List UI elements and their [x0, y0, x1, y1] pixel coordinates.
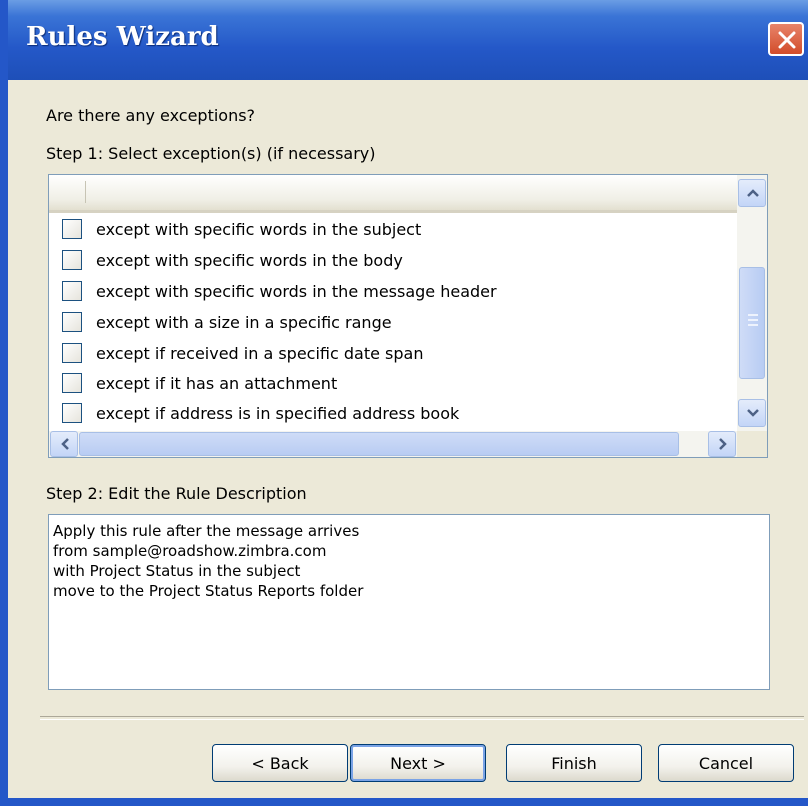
step1-label: Step 1: Select exception(s) (if necessar…: [46, 144, 376, 163]
back-button[interactable]: < Back: [212, 744, 348, 782]
grip-line: [748, 324, 758, 326]
list-item[interactable]: except if it has an attachment: [62, 368, 337, 398]
scroll-up-button[interactable]: [738, 179, 766, 207]
scroll-left-button[interactable]: [50, 431, 78, 457]
description-line: with Project Status in the subject: [53, 562, 301, 580]
checkbox[interactable]: [62, 281, 82, 301]
cancel-button[interactable]: Cancel: [658, 744, 794, 782]
list-item-label: except with specific words in the messag…: [96, 281, 497, 301]
rules-wizard-window: Rules Wizard Are there any exceptions? S…: [0, 0, 808, 806]
close-button[interactable]: [768, 22, 804, 56]
grip-line: [748, 319, 758, 321]
scroll-right-button[interactable]: [708, 431, 736, 457]
list-item-label: except with specific words in the body: [96, 250, 403, 270]
checkbox[interactable]: [62, 343, 82, 363]
separator-line: [40, 716, 804, 720]
list-item[interactable]: except with specific words in the messag…: [62, 276, 497, 306]
description-line: Apply this rule after the message arrive…: [53, 522, 360, 540]
horizontal-scroll-thumb[interactable]: [79, 432, 679, 456]
exceptions-list[interactable]: except with specific words in the subjec…: [48, 174, 768, 458]
chevron-down-icon: [747, 409, 759, 417]
window-frame-bottom: [0, 798, 808, 806]
exceptions-prompt: Are there any exceptions?: [46, 106, 256, 125]
checkbox[interactable]: [62, 250, 82, 270]
window-title: Rules Wizard: [26, 22, 219, 52]
description-line: move to the Project Status Reports folde…: [53, 582, 364, 600]
horizontal-scrollbar[interactable]: [49, 431, 737, 457]
window-frame-left: [0, 0, 8, 806]
scroll-down-button[interactable]: [738, 399, 766, 427]
next-button[interactable]: Next >: [350, 744, 486, 782]
vertical-scrollbar[interactable]: [737, 175, 767, 431]
list-item-label: except if it has an attachment: [96, 373, 338, 393]
list-item-label: except if address is in specified addres…: [96, 403, 460, 423]
chevron-right-icon: [719, 438, 727, 450]
rule-description-box[interactable]: Apply this rule after the message arrive…: [48, 514, 770, 690]
scrollbar-corner: [737, 431, 767, 457]
close-icon: [778, 31, 796, 49]
grip-line: [748, 314, 758, 316]
list-item-label: except with specific words in the subjec…: [96, 219, 422, 239]
description-line: from sample@roadshow.zimbra.com: [53, 542, 327, 560]
step2-label: Step 2: Edit the Rule Description: [46, 484, 307, 503]
list-item-label: except if received in a specific date sp…: [96, 343, 424, 363]
list-header: [49, 175, 737, 213]
list-item[interactable]: except with a size in a specific range: [62, 307, 392, 337]
list-item[interactable]: except with specific words in the body: [62, 245, 403, 275]
chevron-left-icon: [61, 438, 69, 450]
finish-button[interactable]: Finish: [506, 744, 642, 782]
checkbox[interactable]: [62, 403, 82, 423]
list-item[interactable]: except with specific words in the subjec…: [62, 214, 421, 244]
title-bar[interactable]: Rules Wizard: [0, 0, 808, 80]
list-item[interactable]: except if received in a specific date sp…: [62, 338, 423, 368]
header-separator: [85, 181, 86, 203]
vertical-scroll-thumb[interactable]: [739, 267, 765, 379]
checkbox[interactable]: [62, 312, 82, 332]
list-item[interactable]: except if address is in specified addres…: [62, 398, 459, 428]
checkbox[interactable]: [62, 219, 82, 239]
checkbox[interactable]: [62, 373, 82, 393]
list-item-label: except with a size in a specific range: [96, 312, 392, 332]
chevron-up-icon: [747, 189, 759, 197]
